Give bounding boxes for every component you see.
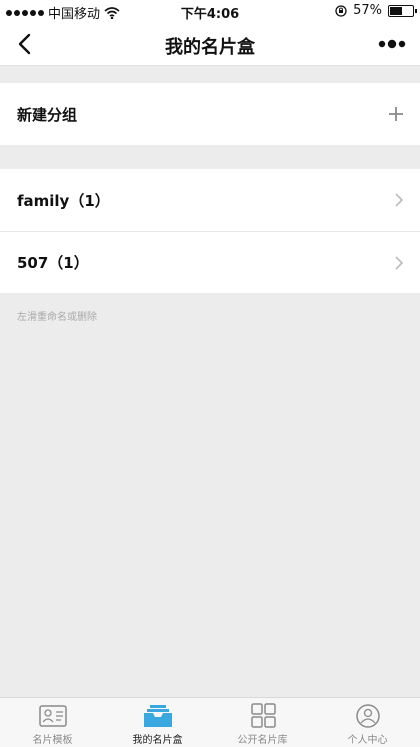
- chevron-right-icon: [395, 256, 404, 270]
- tab-label: 我的名片盒: [132, 735, 183, 746]
- nav-bar: 我的名片盒: [0, 22, 420, 66]
- battery-icon: [388, 4, 417, 17]
- new-group-section: 新建分组: [0, 83, 420, 145]
- new-group-row[interactable]: 新建分组: [0, 83, 420, 145]
- group-label: 507（1）: [17, 254, 89, 272]
- tab-label: 公开名片库: [237, 735, 288, 746]
- battery-percent: 57%: [353, 3, 382, 18]
- status-bar: 中国移动 下午4:06 57%: [0, 0, 420, 22]
- swipe-hint: 左滑重命名或删除: [17, 312, 97, 323]
- grid-icon: [250, 703, 276, 728]
- plus-icon[interactable]: [388, 106, 404, 122]
- tab-label: 个人中心: [347, 735, 388, 746]
- card-box-icon: [143, 705, 172, 727]
- tab-card-template[interactable]: 名片模板: [0, 698, 105, 747]
- tab-personal-center[interactable]: 个人中心: [315, 698, 420, 747]
- tab-my-card-box[interactable]: 我的名片盒: [105, 698, 210, 747]
- tab-label: 名片模板: [32, 735, 73, 746]
- rotation-lock-icon: [335, 4, 347, 17]
- group-item-family[interactable]: family（1）: [0, 169, 420, 231]
- page-title: 我的名片盒: [165, 37, 255, 58]
- chevron-right-icon: [395, 193, 404, 207]
- new-group-label: 新建分组: [17, 105, 78, 124]
- more-icon[interactable]: [378, 36, 406, 52]
- card-template-icon: [38, 705, 67, 727]
- group-label: family（1）: [17, 191, 110, 210]
- tab-public-card-library[interactable]: 公开名片库: [210, 698, 315, 747]
- status-right: 57%: [335, 3, 417, 18]
- user-icon: [355, 704, 380, 728]
- tab-bar: 名片模板 我的名片盒 公开名片库 个人中心: [0, 697, 420, 747]
- group-item-507[interactable]: 507（1）: [0, 231, 420, 293]
- group-list: family（1） 507（1）: [0, 169, 420, 293]
